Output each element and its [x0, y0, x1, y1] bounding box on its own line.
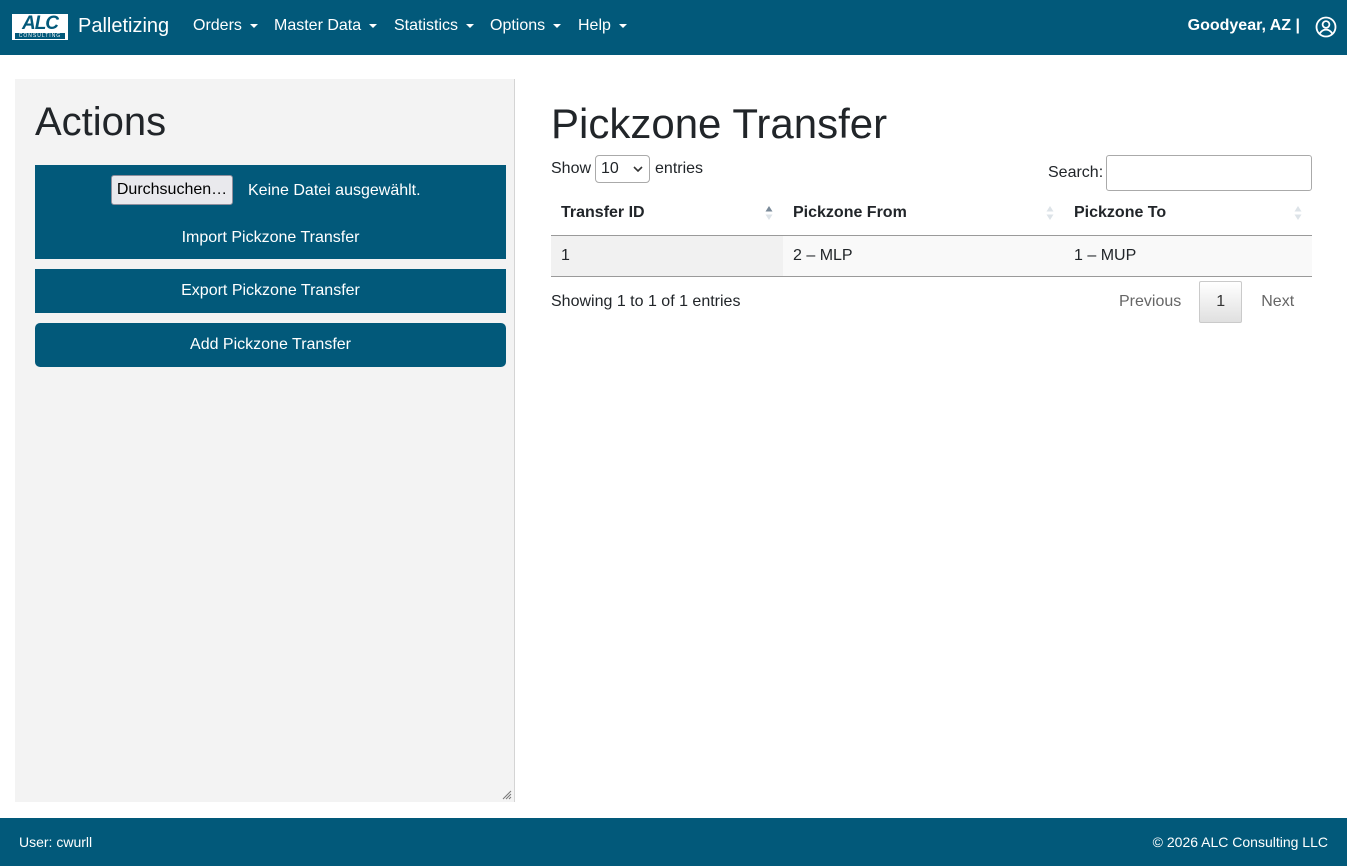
- actions-title: Actions: [35, 100, 167, 144]
- column-header-transfer-id[interactable]: Transfer ID: [551, 192, 783, 236]
- show-label: Show: [551, 160, 592, 177]
- column-header-label: Transfer ID: [561, 204, 645, 222]
- cell-transfer-id: 1: [551, 235, 783, 277]
- footer-user: User: cwurll: [19, 834, 93, 850]
- nav-menu-master-data[interactable]: Master Data: [274, 17, 378, 35]
- page-title: Pickzone Transfer: [551, 100, 888, 147]
- nav-menu-label: Master Data: [274, 17, 362, 34]
- column-header-label: Pickzone To: [1074, 204, 1167, 222]
- nav-menu-label: Orders: [193, 17, 242, 34]
- resize-grip-icon[interactable]: [502, 790, 512, 800]
- import-form: Durchsuchen… Keine Datei ausgewählt. Imp…: [35, 165, 506, 259]
- user-circle-icon[interactable]: [1315, 16, 1337, 38]
- logo-subtext: CONSULTING: [15, 33, 65, 39]
- caret-down-icon: [369, 24, 378, 28]
- app-brand[interactable]: Palletizing: [78, 15, 169, 38]
- import-pickzone-transfer-button[interactable]: Import Pickzone Transfer: [35, 229, 506, 247]
- column-header-pickzone-from[interactable]: Pickzone From: [783, 192, 1064, 236]
- nav-menu-help[interactable]: Help: [578, 17, 627, 35]
- location-label: Goodyear, AZ |: [1187, 17, 1300, 34]
- actions-panel: Actions Durchsuchen… Keine Datei ausgewä…: [15, 79, 515, 802]
- search-input[interactable]: [1106, 155, 1313, 191]
- file-browse-button[interactable]: Durchsuchen…: [111, 175, 233, 205]
- nav-menu-label: Options: [490, 17, 546, 34]
- footer: User: cwurll © 2026 ALC Consulting LLC: [0, 818, 1347, 866]
- nav-menu-orders[interactable]: Orders: [193, 17, 258, 35]
- pagination-next[interactable]: Next: [1242, 281, 1313, 323]
- table-info: Showing 1 to 1 of 1 entries: [551, 293, 741, 310]
- sort-both-icon: [1294, 206, 1302, 220]
- pickzone-transfer-table: Transfer ID Pickzone From Pickzone To 1 …: [551, 192, 1312, 277]
- cell-pickzone-from: 2 – MLP: [783, 235, 1064, 277]
- top-navbar: ALC CONSULTING Palletizing Orders Master…: [0, 0, 1347, 55]
- cell-pickzone-to: 1 – MUP: [1064, 235, 1312, 277]
- caret-down-icon: [249, 24, 258, 28]
- caret-down-icon: [553, 24, 562, 28]
- chevron-down-icon: [633, 166, 643, 172]
- logo-text: ALC: [21, 13, 59, 34]
- sort-ascending-icon: [765, 206, 773, 220]
- column-header-pickzone-to[interactable]: Pickzone To: [1064, 192, 1312, 236]
- search-label: Search:: [1048, 164, 1104, 181]
- caret-down-icon: [618, 24, 627, 28]
- alc-logo[interactable]: ALC CONSULTING: [11, 13, 69, 41]
- export-pickzone-transfer-button[interactable]: Export Pickzone Transfer: [35, 269, 506, 313]
- nav-menu-label: Help: [578, 17, 611, 34]
- entries-per-page-select[interactable]: 10: [595, 155, 651, 183]
- pagination-page-current[interactable]: 1: [1199, 281, 1243, 323]
- pagination: Previous 1 Next: [1105, 281, 1313, 323]
- footer-copyright: © 2026 ALC Consulting LLC: [1152, 834, 1328, 850]
- entries-length-control: Show 10 entries: [551, 155, 703, 183]
- entries-per-page-value: 10: [601, 160, 619, 177]
- file-status-text: Keine Datei ausgewählt.: [248, 182, 421, 199]
- pagination-previous[interactable]: Previous: [1105, 281, 1195, 323]
- add-pickzone-transfer-button[interactable]: Add Pickzone Transfer: [35, 323, 506, 367]
- nav-menu-label: Statistics: [394, 17, 459, 34]
- column-header-label: Pickzone From: [793, 204, 907, 222]
- sort-both-icon: [1046, 206, 1054, 220]
- table-row[interactable]: 1 2 – MLP 1 – MUP: [551, 235, 1312, 277]
- table-search: Search:: [1048, 155, 1313, 191]
- nav-menu-statistics[interactable]: Statistics: [394, 17, 475, 35]
- nav-menu-options[interactable]: Options: [490, 17, 562, 35]
- caret-down-icon: [466, 24, 475, 28]
- entries-label: entries: [655, 160, 704, 177]
